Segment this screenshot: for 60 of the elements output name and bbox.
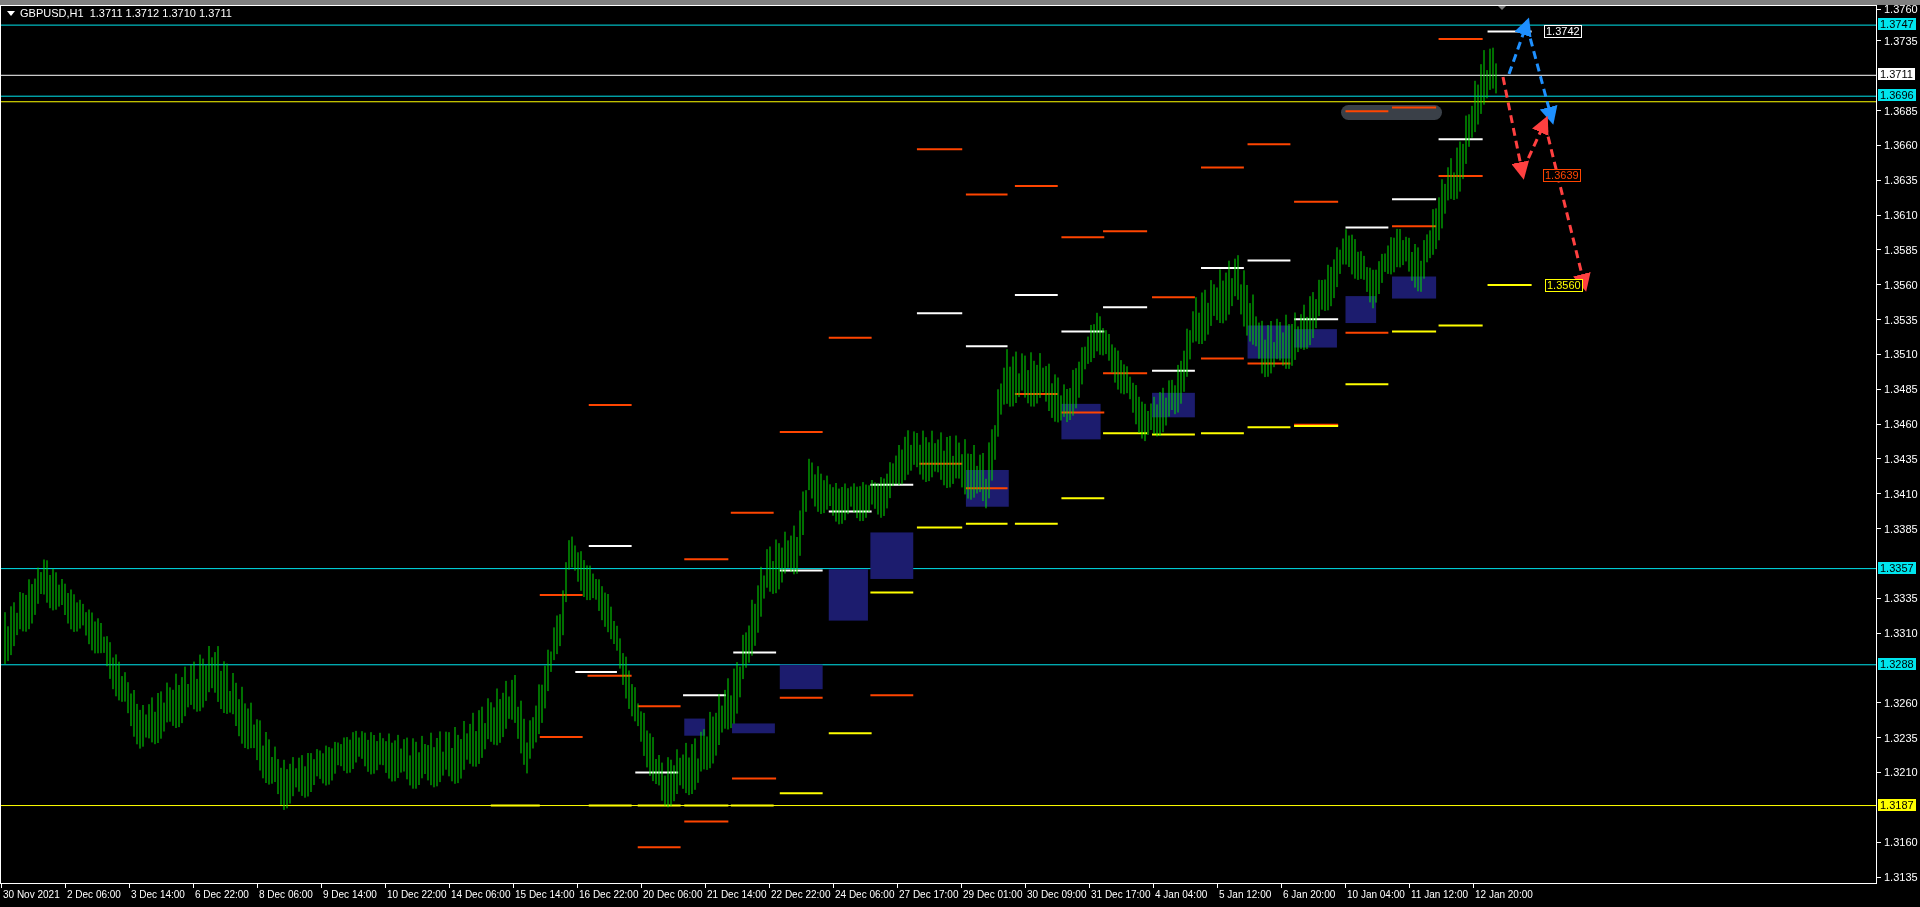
time-tick: 10 Jan 04:00 — [1346, 888, 1406, 902]
time-tick: 9 Dec 14:00 — [322, 888, 378, 902]
time-tick: 5 Jan 12:00 — [1218, 888, 1273, 902]
price-tick: 1.3735 — [1884, 33, 1918, 48]
price-tag: 1.3288 — [1878, 657, 1916, 670]
time-tick: 24 Dec 06:00 — [834, 888, 896, 902]
price-tick: 1.3660 — [1884, 138, 1918, 153]
price-tick: 1.3585 — [1884, 242, 1918, 257]
time-tick: 31 Dec 17:00 — [1090, 888, 1152, 902]
time-tick: 6 Jan 20:00 — [1282, 888, 1337, 902]
price-tick: 1.3635 — [1884, 173, 1918, 188]
price-tick: 1.3385 — [1884, 521, 1918, 536]
price-tag: 1.3187 — [1878, 798, 1916, 811]
price-tick: 1.3310 — [1884, 626, 1918, 641]
time-tick: 8 Dec 06:00 — [258, 888, 314, 902]
price-tag: 1.3357 — [1878, 561, 1916, 574]
price-tick: 1.3610 — [1884, 208, 1918, 223]
price-tick: 1.3510 — [1884, 347, 1918, 362]
time-tick: 21 Dec 14:00 — [706, 888, 768, 902]
price-tick: 1.3685 — [1884, 103, 1918, 118]
time-tick: 15 Dec 14:00 — [514, 888, 576, 902]
time-tick: 30 Nov 2021 — [2, 888, 61, 902]
price-tag: 1.3747 — [1878, 18, 1916, 31]
dashed-arrow[interactable] — [1501, 76, 1591, 292]
price-tick: 1.3535 — [1884, 312, 1918, 327]
price-tick: 1.3210 — [1884, 765, 1918, 780]
price-tick: 1.3135 — [1884, 870, 1918, 884]
symbol-quote: GBPUSD,H1 1.3711 1.3712 1.3710 1.3711 — [20, 6, 232, 20]
price-label: 1.3639 — [1543, 169, 1581, 182]
time-tick: 22 Dec 22:00 — [770, 888, 832, 902]
price-label: 1.3742 — [1544, 25, 1582, 38]
time-tick: 20 Dec 06:00 — [642, 888, 704, 902]
price-tick: 1.3410 — [1884, 486, 1918, 501]
shift-marker-icon[interactable] — [1498, 6, 1506, 10]
time-tick: 29 Dec 01:00 — [962, 888, 1024, 902]
price-tick: 1.3235 — [1884, 730, 1918, 745]
price-tag: 1.3696 — [1878, 89, 1916, 102]
time-tick: 4 Jan 04:00 — [1154, 888, 1209, 902]
price-tick: 1.3435 — [1884, 451, 1918, 466]
time-tick: 27 Dec 17:00 — [898, 888, 960, 902]
time-tick: 3 Dec 14:00 — [130, 888, 186, 902]
time-tick: 10 Dec 22:00 — [386, 888, 448, 902]
time-tick: 2 Dec 06:00 — [66, 888, 122, 902]
price-tick: 1.3760 — [1884, 2, 1918, 16]
price-label: 1.3560 — [1545, 279, 1583, 292]
price-tick: 1.3260 — [1884, 695, 1918, 710]
price-tag: 1.3711 — [1878, 68, 1915, 81]
caret-icon[interactable] — [7, 10, 15, 16]
time-tick: 12 Jan 20:00 — [1474, 888, 1534, 902]
time-tick: 16 Dec 22:00 — [578, 888, 640, 902]
time-tick: 11 Jan 12:00 — [1410, 888, 1470, 902]
time-tick: 30 Dec 09:00 — [1026, 888, 1088, 902]
price-tick: 1.3160 — [1884, 835, 1918, 850]
price-tick: 1.3560 — [1884, 277, 1918, 292]
horizontal-line[interactable] — [1, 568, 1876, 570]
price-tick: 1.3485 — [1884, 382, 1918, 397]
time-tick: 6 Dec 22:00 — [194, 888, 250, 902]
time-tick: 14 Dec 06:00 — [450, 888, 512, 902]
price-tick: 1.3460 — [1884, 417, 1918, 432]
price-tick: 1.3335 — [1884, 591, 1918, 606]
